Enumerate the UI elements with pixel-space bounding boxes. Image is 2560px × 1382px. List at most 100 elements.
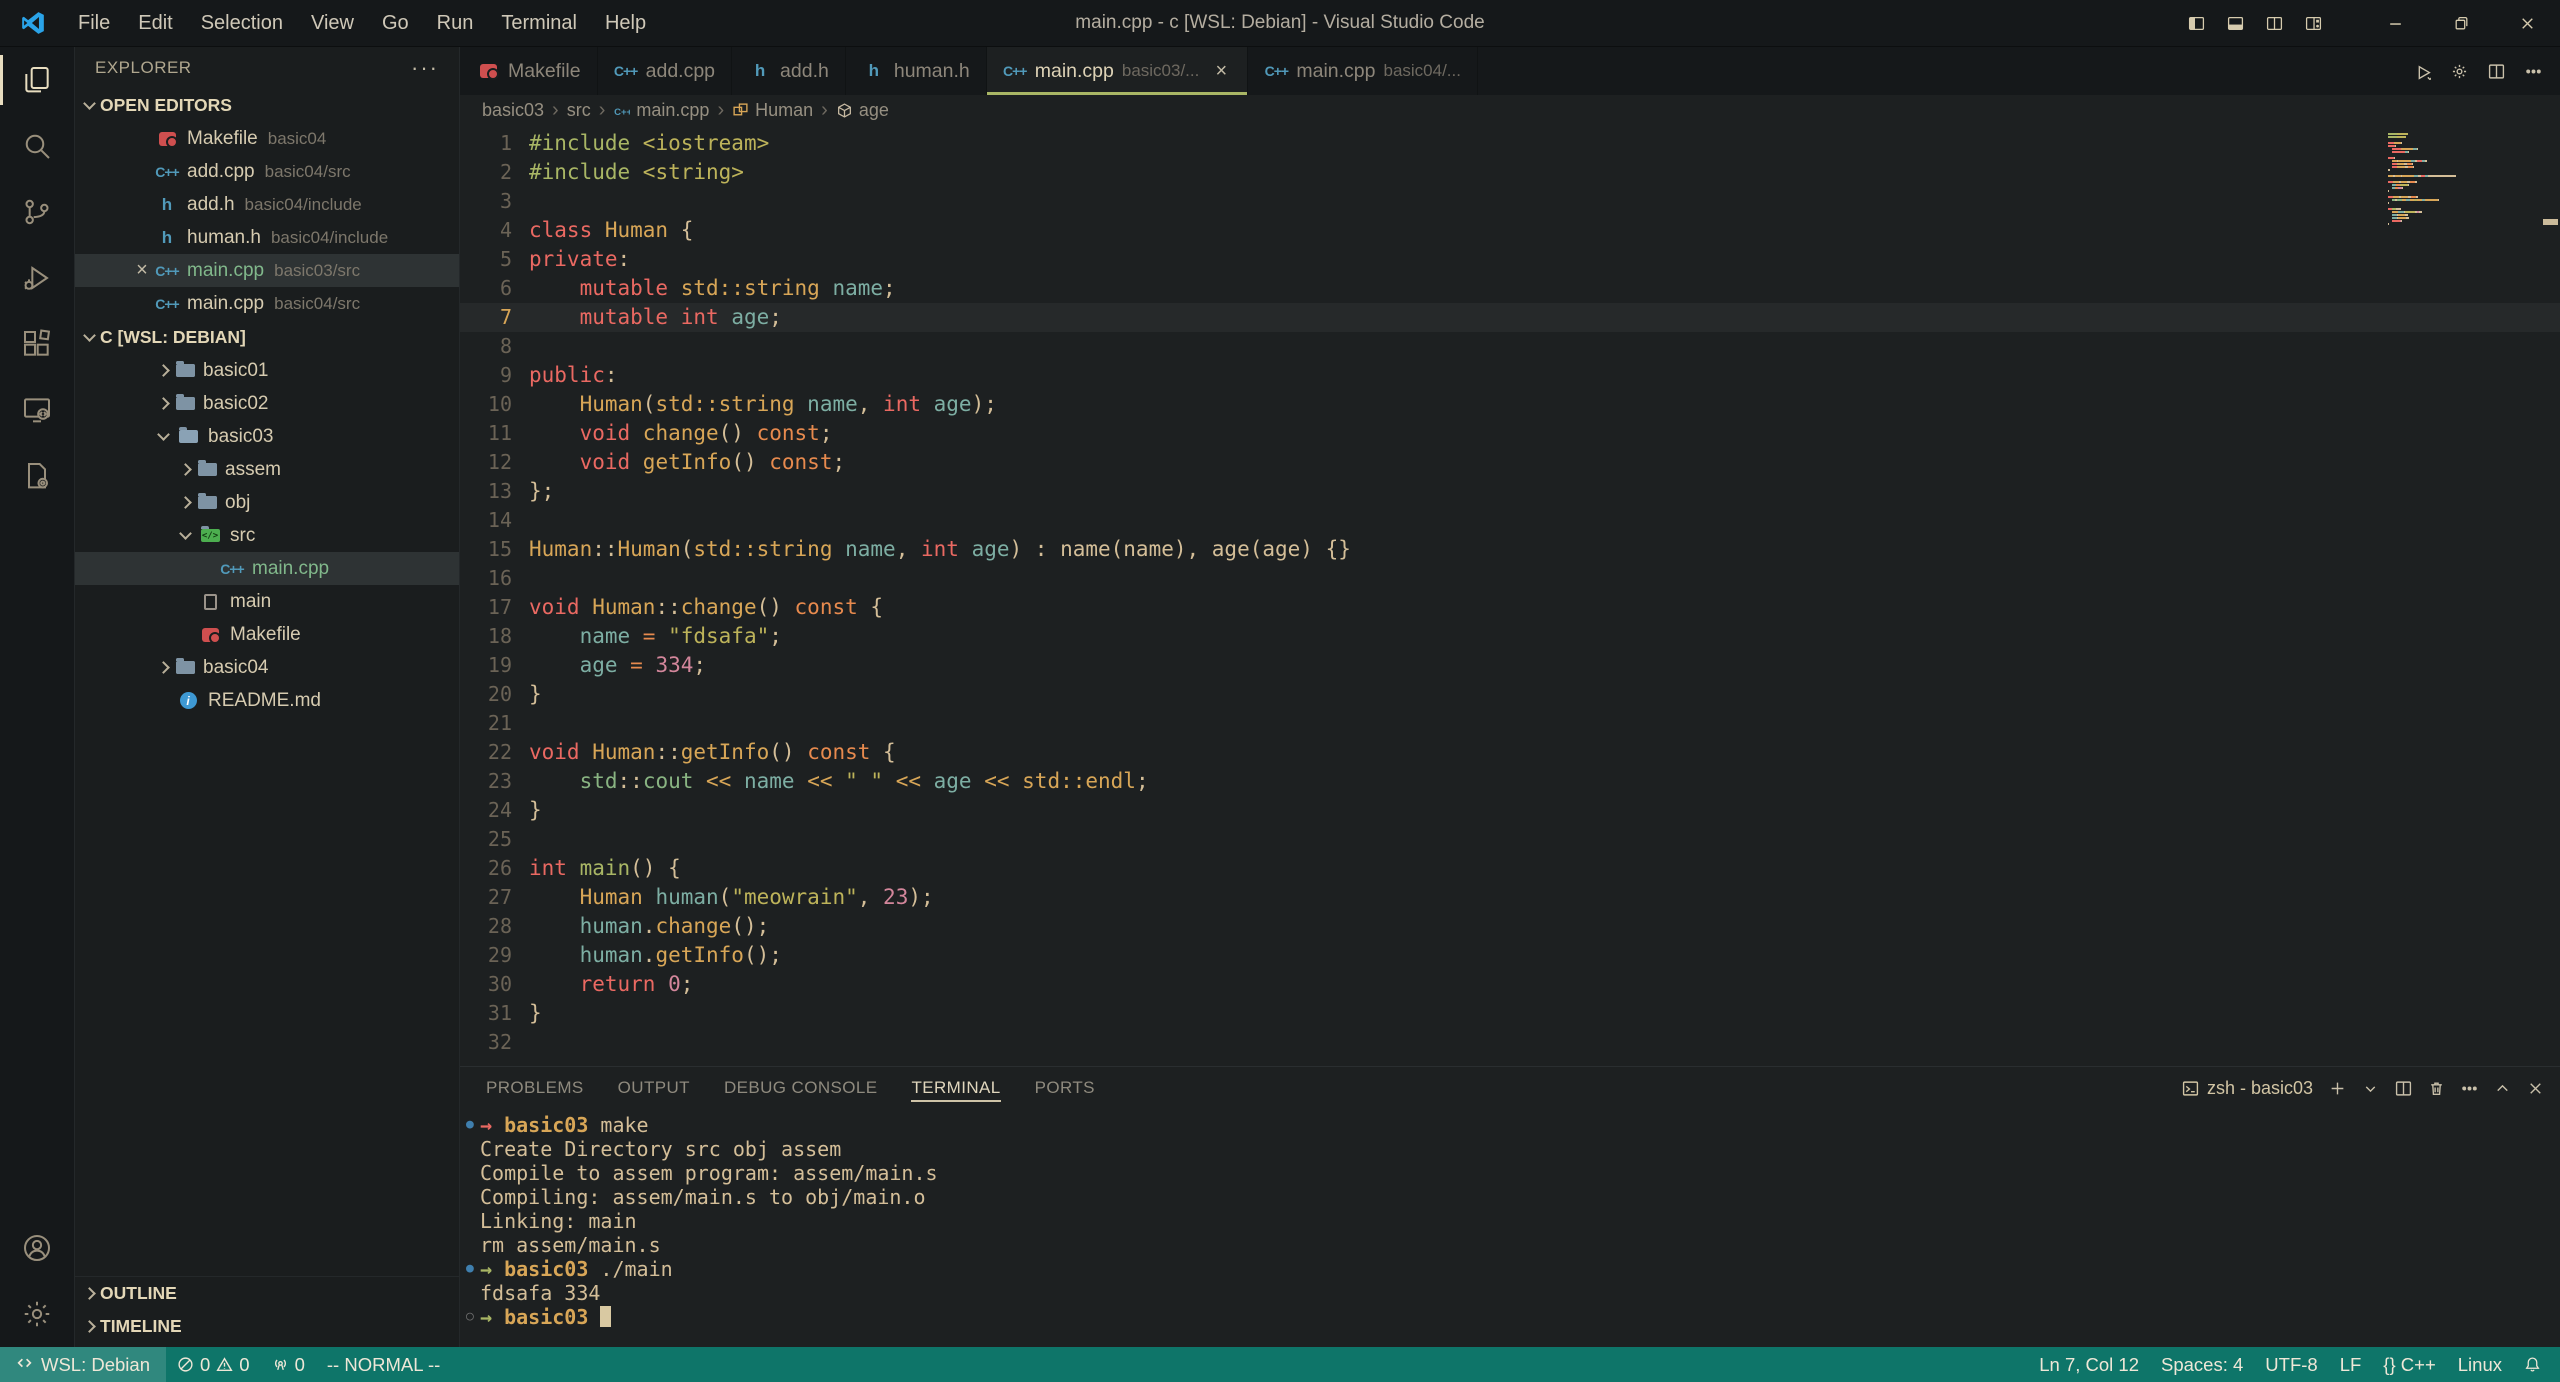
menu-view[interactable]: View [297,0,368,46]
vim-mode-status[interactable]: -- NORMAL -- [316,1347,451,1382]
close-window-button[interactable] [2494,0,2560,46]
open-editor-item[interactable]: hhuman.hbasic04/include [75,221,459,254]
breadcrumb-item-age[interactable]: age [836,100,889,121]
menu-edit[interactable]: Edit [124,0,186,46]
breadcrumb-item-basic03[interactable]: basic03 [482,100,544,121]
remote-indicator[interactable]: WSL: Debian [0,1347,166,1382]
menu-terminal[interactable]: Terminal [487,0,591,46]
cpp-symbol-icon: C++ [613,102,630,119]
menu-go[interactable]: Go [368,0,423,46]
panel-tab-output[interactable]: OUTPUT [618,1068,690,1108]
menu-file[interactable]: File [64,0,124,46]
layout-panel-icon[interactable] [2227,15,2244,32]
cpp-tools-icon[interactable] [0,443,75,509]
layout-sidebar-icon[interactable] [2188,15,2205,32]
workspace-header[interactable]: C [WSL: DEBIAN] [75,321,459,354]
panel-tab-ports[interactable]: PORTS [1035,1068,1095,1108]
tree-item-basic04[interactable]: basic04 [75,651,459,684]
breadcrumb-separator: › [599,99,606,122]
tree-item-basic02[interactable]: basic02 [75,387,459,420]
kill-terminal-icon[interactable] [2428,1080,2445,1097]
status-ln-7-col-12[interactable]: Ln 7, Col 12 [2028,1347,2150,1382]
source-control-icon[interactable] [0,179,75,245]
close-panel-icon[interactable] [2527,1080,2544,1097]
tree-item-obj[interactable]: obj [75,486,459,519]
tab-main.cpp[interactable]: C++main.cppbasic03/...× [987,47,1249,95]
terminal-dropdown-icon[interactable] [2362,1080,2379,1097]
open-editor-item[interactable]: C++add.cppbasic04/src [75,155,459,188]
tree-item-basic03[interactable]: basic03 [75,420,459,453]
open-editor-item[interactable]: Makefilebasic04 [75,122,459,155]
explorer-more-actions[interactable]: ··· [411,55,439,81]
layout-customize-icon[interactable] [2305,15,2322,32]
tree-item-makefile[interactable]: Makefile [75,618,459,651]
tab-Makefile[interactable]: Makefile [460,47,598,95]
restore-button[interactable] [2428,0,2494,46]
maximize-panel-icon[interactable] [2494,1080,2511,1097]
split-editor-icon[interactable] [2488,63,2505,80]
account-icon[interactable] [0,1215,75,1281]
configure-gear-icon[interactable] [2451,63,2468,80]
terminal-instance-label[interactable]: zsh - basic03 [2182,1078,2313,1099]
close-editor-icon[interactable]: × [129,259,155,282]
open-editor-item[interactable]: hadd.hbasic04/include [75,188,459,221]
remote-explorer-icon[interactable] [0,377,75,443]
new-terminal-icon[interactable] [2329,1080,2346,1097]
panel-tab-problems[interactable]: PROBLEMS [486,1068,584,1108]
run-cpp-button[interactable] [2414,63,2431,80]
tab-add.cpp[interactable]: C++add.cpp [598,47,732,95]
breadcrumb-item-human[interactable]: Human [732,100,813,121]
open-editor-item[interactable]: C++main.cppbasic04/src [75,287,459,320]
panel-tab-debug-console[interactable]: DEBUG CONSOLE [724,1068,878,1108]
settings-icon[interactable] [0,1281,75,1347]
tab-human.h[interactable]: hhuman.h [846,47,987,95]
status-lf[interactable]: LF [2329,1347,2373,1382]
code-editor[interactable]: 1#include <iostream>2#include <string>34… [460,125,2560,1066]
minimize-button[interactable] [2362,0,2428,46]
terminal[interactable]: ●→ basic03 makeCreate Directory src obj … [460,1109,2560,1347]
status--c-[interactable]: {} C++ [2372,1347,2446,1382]
menu-run[interactable]: Run [423,0,488,46]
line-number: 22 [460,738,512,767]
line-number: 28 [460,912,512,941]
menu-help[interactable]: Help [591,0,660,46]
menu-selection[interactable]: Selection [187,0,297,46]
open-editors-header[interactable]: OPEN EDITORS [75,89,459,122]
ports-status[interactable]: 0 [261,1347,316,1382]
tree-item-src[interactable]: </>src [75,519,459,552]
extensions-icon[interactable] [0,311,75,377]
folder-icon [176,661,195,674]
search-icon[interactable] [0,113,75,179]
split-terminal-icon[interactable] [2395,1080,2412,1097]
tree-item-basic01[interactable]: basic01 [75,354,459,387]
menu-bar: FileEditSelectionViewGoRunTerminalHelp [64,0,660,46]
status-utf-8[interactable]: UTF-8 [2254,1347,2328,1382]
run-debug-icon[interactable] [0,245,75,311]
tree-item-main.cpp[interactable]: C++main.cpp [75,552,459,585]
status-spaces-4[interactable]: Spaces: 4 [2150,1347,2254,1382]
explorer-icon[interactable] [0,47,75,113]
open-editor-item[interactable]: ×C++main.cppbasic03/src [75,254,459,287]
more-actions-icon[interactable] [2525,63,2542,80]
problems-status[interactable]: 0 0 [166,1347,261,1382]
tree-item-readme.md[interactable]: iREADME.md [75,684,459,717]
line-number: 31 [460,999,512,1028]
notifications-bell-icon[interactable] [2513,1347,2552,1382]
tree-item-main[interactable]: main [75,585,459,618]
tab-main.cpp[interactable]: C++main.cppbasic04/... [1248,47,1478,95]
tab-add.h[interactable]: hadd.h [732,47,846,95]
timeline-header[interactable]: TIMELINE [75,1310,459,1343]
tree-item-assem[interactable]: assem [75,453,459,486]
close-tab-icon[interactable]: × [1211,60,1231,83]
breadcrumb-label: main.cpp [636,100,709,121]
breadcrumb-item-src[interactable]: src [567,100,591,121]
tab-path: basic04/... [1383,61,1461,81]
panel-more-icon[interactable] [2461,1080,2478,1097]
line-number: 2 [460,158,512,187]
status-linux[interactable]: Linux [2447,1347,2513,1382]
layout-split-icon[interactable] [2266,15,2283,32]
panel-tab-terminal[interactable]: TERMINAL [911,1068,1000,1108]
minimap[interactable] [2388,133,2498,229]
outline-header[interactable]: OUTLINE [75,1277,459,1310]
breadcrumb-item-main.cpp[interactable]: C++ main.cpp [613,100,709,121]
